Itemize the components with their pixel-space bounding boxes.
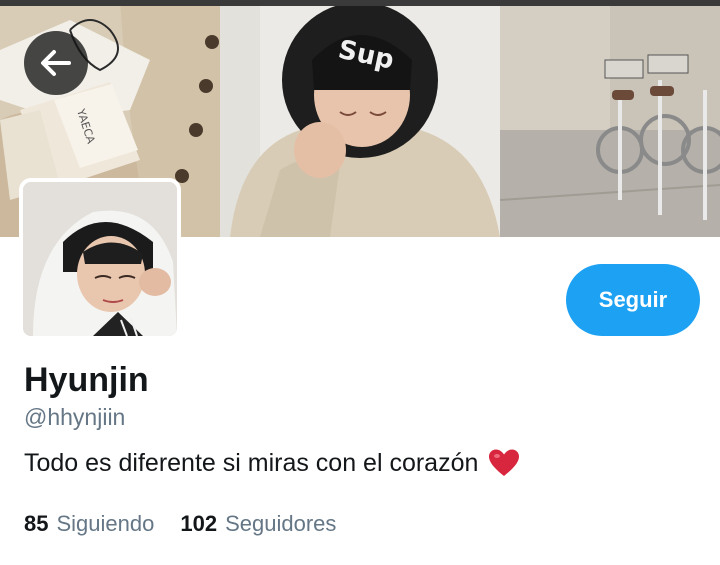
parked-bicycles-photo (500, 0, 720, 237)
followers-label: Seguidores (225, 511, 337, 536)
followers-stat[interactable]: 102 Seguidores (180, 510, 336, 538)
following-label: Siguiendo (56, 511, 155, 536)
avatar-image (23, 182, 177, 336)
avatar[interactable] (19, 178, 181, 340)
display-name: Hyunjin (24, 361, 149, 399)
bio-text: Todo es diferente si miras con el corazó… (24, 449, 479, 477)
heart-icon (489, 449, 520, 476)
followers-count: 102 (180, 511, 218, 536)
back-button[interactable] (24, 31, 88, 95)
top-edge-strip (0, 0, 720, 6)
arrow-left-icon (41, 50, 71, 76)
following-stat[interactable]: 85 Siguiendo (24, 510, 154, 538)
user-handle: @hhynjiin (24, 404, 126, 430)
person-in-hood-photo: Sup (220, 0, 500, 237)
follow-button[interactable]: Seguir (566, 264, 700, 336)
profile-bio: Todo es diferente si miras con el corazó… (24, 447, 520, 479)
profile-stats: 85 Siguiendo 102 Seguidores (24, 510, 336, 538)
following-count: 85 (24, 511, 49, 536)
